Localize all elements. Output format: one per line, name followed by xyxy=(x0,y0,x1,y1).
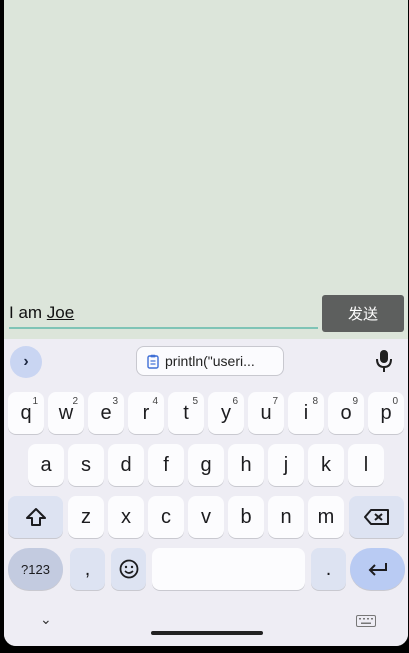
chevron-right-icon[interactable]: › xyxy=(10,346,42,378)
key-label: j xyxy=(283,453,289,476)
key-x[interactable]: x xyxy=(108,496,144,538)
home-indicator[interactable] xyxy=(151,631,263,635)
period-key[interactable]: . xyxy=(311,548,346,590)
key-label: d xyxy=(120,453,132,476)
key-number-hint: 7 xyxy=(272,396,278,407)
composing-text: Joe xyxy=(46,303,75,322)
key-label: p xyxy=(380,401,392,424)
keyboard-nav-row: ⌄ xyxy=(4,607,408,646)
key-h[interactable]: h xyxy=(228,444,264,486)
emoji-key[interactable] xyxy=(111,548,146,590)
key-label: f xyxy=(163,453,169,476)
key-number-hint: 9 xyxy=(352,396,358,407)
key-label: e xyxy=(100,401,112,424)
key-label: q xyxy=(20,401,32,424)
typed-text: I am xyxy=(9,303,47,322)
key-label: c xyxy=(161,505,171,528)
key-number-hint: 5 xyxy=(192,396,198,407)
key-label: x xyxy=(121,505,131,528)
microphone-icon[interactable] xyxy=(374,348,394,374)
key-label: t xyxy=(183,401,189,424)
key-label: m xyxy=(317,505,335,528)
key-d[interactable]: d xyxy=(108,444,144,486)
clipboard-text: println("useri... xyxy=(165,353,255,369)
key-label: z xyxy=(81,505,91,528)
key-label: u xyxy=(260,401,272,424)
backspace-icon xyxy=(363,509,389,525)
key-number-hint: 3 xyxy=(112,396,118,407)
key-label: l xyxy=(363,453,369,476)
key-y[interactable]: y6 xyxy=(208,392,244,434)
key-j[interactable]: j xyxy=(268,444,304,486)
key-a[interactable]: a xyxy=(28,444,64,486)
key-p[interactable]: p0 xyxy=(368,392,404,434)
key-r[interactable]: r4 xyxy=(128,392,164,434)
symbols-key[interactable]: ?123 xyxy=(8,548,63,590)
key-s[interactable]: s xyxy=(68,444,104,486)
key-b[interactable]: b xyxy=(228,496,264,538)
comma-key[interactable]: , xyxy=(70,548,105,590)
backspace-key[interactable] xyxy=(349,496,404,538)
key-number-hint: 1 xyxy=(32,396,38,407)
key-label: y xyxy=(221,401,231,424)
key-i[interactable]: i8 xyxy=(288,392,324,434)
key-g[interactable]: g xyxy=(188,444,224,486)
key-label: s xyxy=(81,453,91,476)
key-o[interactable]: o9 xyxy=(328,392,364,434)
key-t[interactable]: t5 xyxy=(168,392,204,434)
key-q[interactable]: q1 xyxy=(8,392,44,434)
space-key[interactable] xyxy=(152,548,305,590)
key-u[interactable]: u7 xyxy=(248,392,284,434)
key-e[interactable]: e3 xyxy=(88,392,124,434)
key-c[interactable]: c xyxy=(148,496,184,538)
keyboard-icon[interactable] xyxy=(356,615,376,627)
key-label: n xyxy=(280,505,292,528)
soft-keyboard: › println("useri... q1w2e3r4t5y6u7i8o9p0… xyxy=(4,339,408,646)
key-label: o xyxy=(340,401,352,424)
key-m[interactable]: m xyxy=(308,496,344,538)
key-label: g xyxy=(200,453,212,476)
key-label: i xyxy=(303,401,309,424)
key-label: a xyxy=(40,453,52,476)
emoji-icon xyxy=(119,559,138,579)
chevron-down-icon[interactable]: ⌄ xyxy=(40,611,52,628)
key-l[interactable]: l xyxy=(348,444,384,486)
phone-screen: I am Joe 发送 › println("useri... q1w2e3r4… xyxy=(4,0,408,646)
suggestion-strip: › println("useri... xyxy=(4,339,408,383)
key-label: k xyxy=(321,453,331,476)
shift-key[interactable] xyxy=(8,496,63,538)
enter-key[interactable] xyxy=(350,548,405,590)
key-label: w xyxy=(58,401,74,424)
key-number-hint: 0 xyxy=(392,396,398,407)
key-label: b xyxy=(240,505,252,528)
key-w[interactable]: w2 xyxy=(48,392,84,434)
send-button[interactable]: 发送 xyxy=(322,295,404,332)
key-label: r xyxy=(142,401,150,424)
key-label: h xyxy=(240,453,252,476)
clipboard-suggestion[interactable]: println("useri... xyxy=(136,346,284,376)
key-n[interactable]: n xyxy=(268,496,304,538)
key-number-hint: 2 xyxy=(72,396,78,407)
message-input[interactable]: I am Joe xyxy=(9,299,318,329)
key-v[interactable]: v xyxy=(188,496,224,538)
key-label: v xyxy=(201,505,211,528)
key-z[interactable]: z xyxy=(68,496,104,538)
clipboard-icon xyxy=(147,354,159,369)
key-number-hint: 8 xyxy=(312,396,318,407)
key-number-hint: 6 xyxy=(232,396,238,407)
key-number-hint: 4 xyxy=(152,396,158,407)
key-f[interactable]: f xyxy=(148,444,184,486)
key-k[interactable]: k xyxy=(308,444,344,486)
shift-icon xyxy=(25,508,46,526)
enter-icon xyxy=(368,563,387,576)
